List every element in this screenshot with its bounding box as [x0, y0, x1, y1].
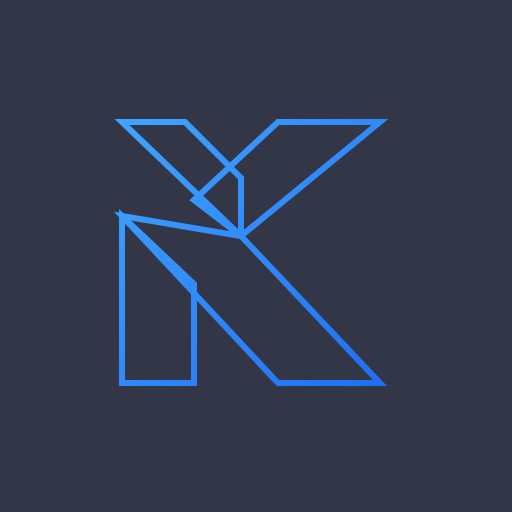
k-upper-arm-shape [189, 119, 389, 240]
k-lower-stem-shape [119, 209, 197, 386]
k-leg-shape [113, 211, 387, 386]
letter-k-logo-icon [113, 119, 389, 386]
app-icon-canvas [0, 0, 512, 512]
